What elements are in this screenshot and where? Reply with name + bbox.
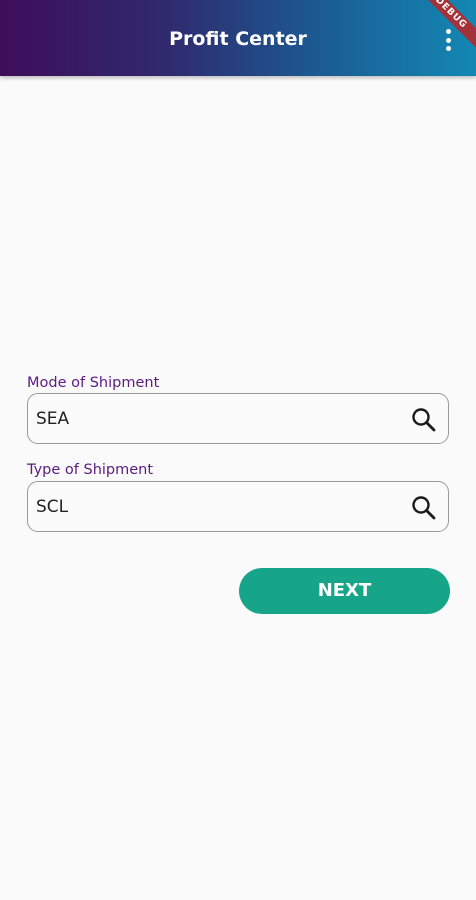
- type-of-shipment-field[interactable]: SCL: [27, 481, 449, 532]
- app-bar: Profit Center DEBUG: [0, 0, 476, 76]
- menu-dot: [445, 46, 451, 51]
- page-title: Profit Center: [169, 28, 307, 50]
- menu-dot: [445, 29, 451, 34]
- mode-of-shipment-value: SEA: [36, 409, 70, 429]
- search-icon[interactable]: [410, 406, 438, 434]
- more-vert-icon[interactable]: [438, 27, 458, 53]
- menu-dot: [445, 37, 451, 43]
- mode-of-shipment-label: Mode of Shipment: [27, 375, 160, 391]
- next-button[interactable]: NEXT: [239, 568, 450, 614]
- type-of-shipment-label: Type of Shipment: [27, 462, 154, 478]
- search-icon[interactable]: [410, 494, 438, 522]
- type-of-shipment-value: SCL: [36, 497, 69, 517]
- mode-of-shipment-field[interactable]: SEA: [27, 393, 449, 444]
